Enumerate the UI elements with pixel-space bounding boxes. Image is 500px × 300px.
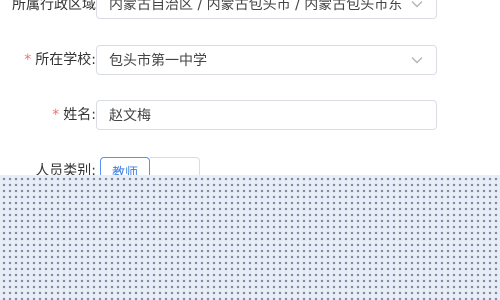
region-label: 所属行政区域	[12, 0, 96, 13]
school-select[interactable]: 包头市第一中学	[96, 45, 437, 75]
chevron-down-icon	[410, 53, 424, 67]
region-value: 内蒙古自治区 / 内蒙古包头市 / 内蒙古包头市东河区	[109, 0, 402, 13]
region-cascader[interactable]: 内蒙古自治区 / 内蒙古包头市 / 内蒙古包头市东河区	[96, 0, 437, 19]
name-label: * 姓名:	[52, 107, 96, 123]
edit-person-form: 所属行政区域 内蒙古自治区 / 内蒙古包头市 / 内蒙古包头市东河区 * 所在学校…	[0, 0, 500, 300]
name-input[interactable]: 赵文梅	[96, 100, 437, 130]
chevron-down-icon	[410, 0, 424, 11]
dotted-overlay	[0, 175, 500, 300]
school-label: * 所在学校:	[24, 52, 96, 68]
name-value: 赵文梅	[109, 108, 151, 124]
school-value: 包头市第一中学	[109, 53, 207, 69]
required-mark: *	[24, 52, 32, 68]
required-mark: *	[52, 107, 60, 123]
